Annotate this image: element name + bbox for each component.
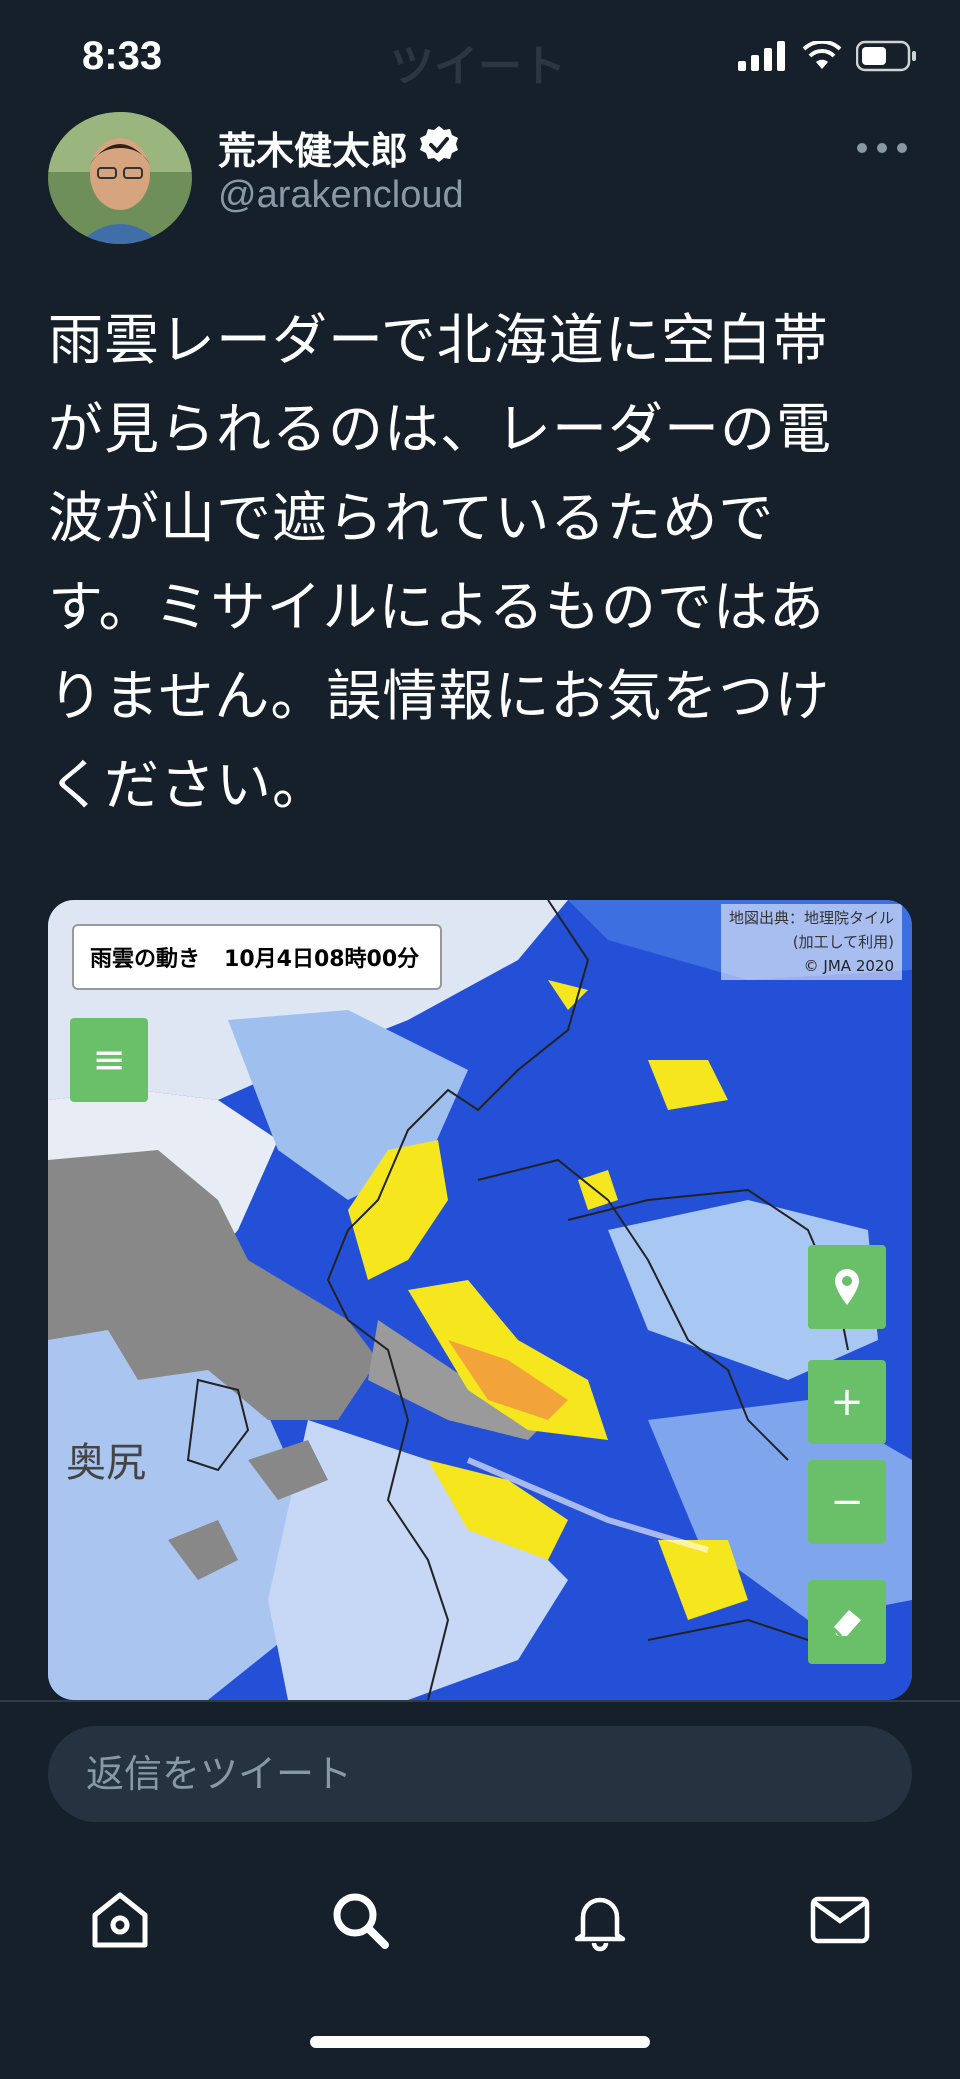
- tab-messages[interactable]: [800, 1880, 880, 1960]
- verified-badge-icon: [420, 126, 458, 162]
- map-credit: 地図出典：地理院タイル (加工して利用) © JMA 2020: [720, 904, 902, 980]
- tweet-line: 波が山で遮られているためで: [48, 486, 775, 550]
- battery-icon: [856, 40, 916, 72]
- author-handle[interactable]: @arakencloud: [218, 174, 464, 217]
- tab-search[interactable]: [320, 1880, 400, 1960]
- radar-map-image: [48, 900, 912, 1700]
- map-title: 雨雲の動き: [90, 947, 201, 972]
- search-icon: [333, 1893, 389, 1949]
- map-credit-line: 地図出典：地理院タイル: [728, 909, 894, 927]
- map-place-label: 奥尻: [66, 1440, 146, 1486]
- home-icon: [92, 1892, 148, 1948]
- tab-bar: [0, 1880, 960, 1960]
- tweet-line: 雨雲レーダーで北海道に空白帯: [48, 308, 829, 372]
- signal-icon: [738, 41, 785, 71]
- map-zoom-in-button[interactable]: +: [808, 1360, 886, 1444]
- author-name[interactable]: 荒木健太郎: [218, 120, 408, 175]
- mail-icon: [810, 1896, 870, 1944]
- tweet-line: ください。: [48, 753, 329, 817]
- avatar-image: [48, 112, 192, 244]
- tweet-line: す。ミサイルによるものではあ: [48, 575, 825, 639]
- map-eraser-button[interactable]: [808, 1580, 886, 1664]
- tweet-text: 雨雲レーダーで北海道に空白帯 が見られるのは、レーダーの電 波が山で遮られている…: [48, 296, 928, 830]
- reply-box[interactable]: [48, 1726, 912, 1822]
- map-title-box: 雨雲の動き 10月4日08時00分: [72, 924, 442, 990]
- tweet-line: りません。誤情報にお気をつけ: [48, 664, 831, 728]
- map-credit-line: © JMA 2020: [803, 957, 894, 975]
- map-location-button[interactable]: [808, 1245, 886, 1329]
- avatar[interactable]: [48, 112, 192, 244]
- more-options-icon[interactable]: [852, 138, 912, 158]
- map-time: 10月4日08時00分: [224, 947, 420, 972]
- bell-icon: [574, 1897, 626, 1952]
- tab-home[interactable]: [80, 1880, 160, 1960]
- map-credit-line: (加工して利用): [792, 933, 894, 951]
- reply-input[interactable]: [84, 1751, 868, 1797]
- header-title: ツイート: [390, 41, 566, 92]
- status-bar: 8:33 ツイート: [0, 0, 960, 120]
- home-indicator: [310, 2036, 650, 2048]
- tweet-line: が見られるのは、レーダーの電: [48, 397, 833, 461]
- tweet-image-radar-map[interactable]: 雨雲の動き 10月4日08時00分 地図出典：地理院タイル (加工して利用) ©…: [48, 900, 912, 1700]
- tab-notifications[interactable]: [560, 1880, 640, 1960]
- eraser-icon: [831, 1610, 861, 1638]
- divider: [0, 1700, 960, 1702]
- wifi-icon: [802, 41, 842, 69]
- status-icons: [738, 40, 918, 72]
- map-zoom-out-button[interactable]: −: [808, 1460, 886, 1544]
- map-menu-button[interactable]: ≡: [70, 1018, 148, 1102]
- status-time: 8:33: [82, 34, 163, 78]
- location-pin-icon: [835, 1269, 859, 1305]
